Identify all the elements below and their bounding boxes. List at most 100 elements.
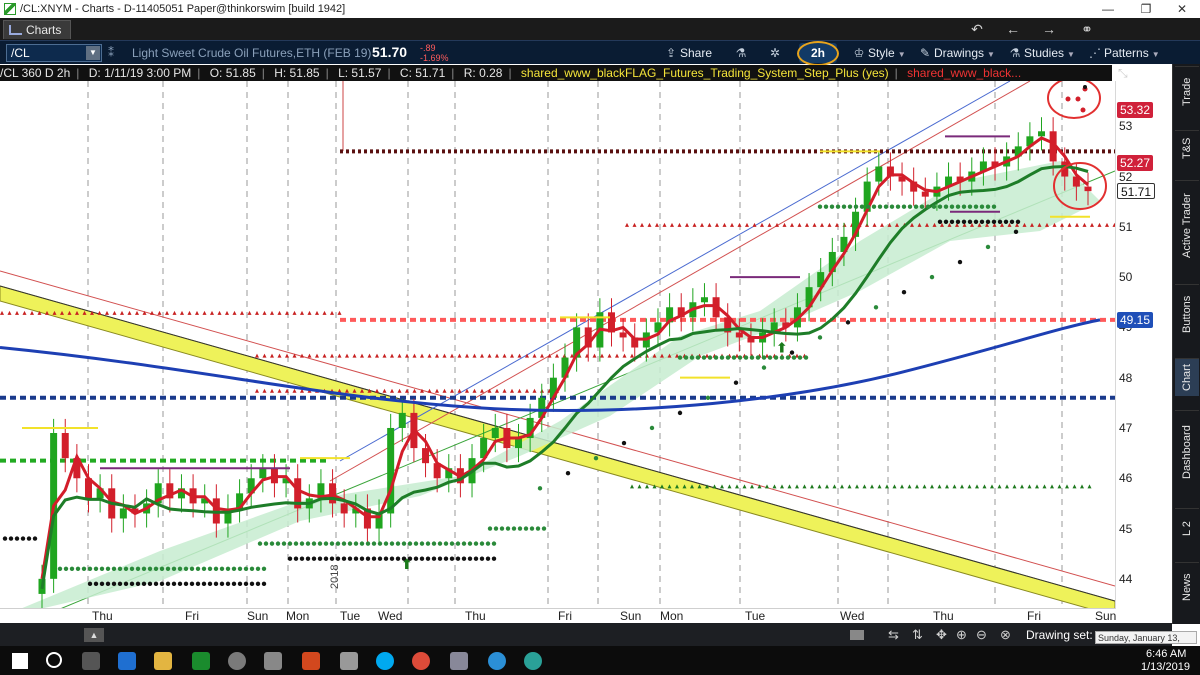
stop-dot [473, 541, 479, 546]
stop-dot [123, 566, 129, 571]
price-tick-label: 48 [1119, 370, 1133, 385]
stop-dot [541, 526, 547, 531]
arrows-horizontal-icon[interactable]: ⇆ [888, 627, 899, 643]
side-tab-news[interactable]: News [1175, 562, 1199, 612]
price-axis[interactable]: 4445464748495051525353.3252.2751.7149.15 [1115, 81, 1172, 609]
level-triangle-marker [210, 310, 214, 315]
candle-body [491, 427, 499, 439]
link-icon[interactable]: ⚭ [1076, 20, 1098, 38]
level-triangle-marker [495, 353, 499, 358]
level-triangle-marker [292, 388, 297, 393]
tab-charts[interactable]: Charts [3, 20, 71, 39]
flask-button[interactable]: ⚗ [734, 44, 750, 62]
calculator-icon[interactable] [264, 652, 282, 670]
time-tick-label: Fri [185, 609, 199, 623]
level-triangle-marker [285, 353, 289, 358]
arrows-vertical-icon[interactable]: ⇅ [912, 627, 923, 643]
flask-icon: ⚗ [735, 46, 747, 60]
maximize-button[interactable]: ❐ [1128, 0, 1164, 18]
level-triangle-marker [637, 484, 642, 489]
level-triangle-marker [180, 310, 184, 315]
horizontal-scroll-thumb[interactable] [850, 630, 864, 640]
clock-time[interactable]: 6:46 AM [1146, 648, 1186, 660]
app-tos-icon[interactable] [524, 652, 542, 670]
stop-dot [431, 541, 437, 546]
minimize-button[interactable]: — [1090, 0, 1126, 18]
stop-dot [111, 566, 117, 571]
studies-button[interactable]: ⚗ Studies ▼ [1008, 44, 1075, 62]
candle-body [619, 332, 627, 338]
stop-dot [117, 581, 123, 587]
collapse-study-icon[interactable]: ⤡ [1118, 66, 1128, 81]
stop-dot [797, 355, 803, 360]
drawings-button[interactable]: ✎ Drawings ▼ [918, 44, 995, 62]
side-tab-trade[interactable]: Trade [1175, 66, 1199, 116]
level-triangle-marker [607, 353, 612, 358]
side-tab-buttons[interactable]: Buttons [1175, 284, 1199, 344]
level-triangle-marker [952, 484, 957, 489]
app-refresh-icon[interactable] [488, 652, 506, 670]
search-icon[interactable] [46, 652, 62, 668]
stop-dot [237, 566, 243, 571]
time-axis[interactable]: Thu Fri Sun Mon Tue Wed Thu Fri Sun Mon Tue Wed Thu F… [0, 609, 1116, 623]
patterns-button[interactable]: ⋰ Patterns ▼ [1088, 44, 1160, 62]
mail-icon[interactable] [340, 652, 358, 670]
stop-dot [473, 556, 479, 561]
symbol-input[interactable]: /CL ▼ [6, 44, 102, 62]
rising-channel-upper-red [329, 81, 1031, 482]
skype-icon[interactable] [376, 652, 394, 670]
study-label-2[interactable]: shared_www_black... [907, 66, 1021, 80]
move-icon[interactable]: ✥ [936, 627, 947, 643]
stop-dot [377, 556, 383, 561]
timeframe-button[interactable]: 2h [799, 43, 837, 63]
stop-dot [925, 204, 931, 209]
file-explorer-icon[interactable] [154, 652, 172, 670]
level-triangle-marker [412, 388, 417, 393]
chrome-icon[interactable] [412, 652, 430, 670]
share-button[interactable]: ⇪ Share [664, 44, 712, 62]
stop-dot [853, 204, 859, 209]
zoom-in-icon[interactable]: ⊕ [956, 627, 967, 643]
trailing-stop-dot [789, 350, 795, 355]
back-arrow-icon[interactable]: ← [1002, 20, 1024, 38]
price-chart[interactable]: 2018 ⬆ ⬆ [0, 81, 1115, 609]
chevron-down-icon[interactable]: ▼ [86, 46, 100, 60]
pencil-icon: ✎ [919, 46, 931, 60]
windows-start-icon[interactable] [12, 653, 28, 669]
side-tab-active-trader[interactable]: Active Trader [1175, 180, 1199, 270]
level-triangle-marker [397, 388, 402, 393]
zoom-fit-icon[interactable]: ⊗ [1000, 627, 1011, 643]
time-tick-label: Thu [933, 609, 954, 623]
level-triangle-marker [292, 310, 297, 315]
stop-dot [961, 204, 967, 209]
level-triangle-marker [712, 484, 717, 489]
globe-icon[interactable] [228, 652, 246, 670]
symbol-value: /CL [11, 46, 30, 60]
level-triangle-marker [960, 484, 964, 489]
settings-button[interactable]: ✲ [768, 44, 784, 62]
task-view-icon[interactable] [82, 652, 100, 670]
style-icon: ♔ [853, 46, 865, 60]
side-tab-dashboard[interactable]: Dashboard [1175, 410, 1199, 494]
study-label[interactable]: shared_www_blackFLAG_Futures_Trading_Sys… [521, 66, 889, 80]
clock-date[interactable]: 1/13/2019 [1141, 661, 1190, 673]
side-tab-l-2[interactable]: L 2 [1175, 508, 1199, 548]
edge-browser-icon[interactable] [118, 652, 136, 670]
thinkorswim-icon[interactable] [192, 652, 210, 670]
zoom-out-icon[interactable]: ⊖ [976, 627, 987, 643]
app-s-icon[interactable] [302, 652, 320, 670]
collapse-panel-button[interactable]: ▲ [84, 628, 104, 642]
app-window-icon[interactable] [450, 652, 468, 670]
stop-dot [467, 541, 473, 546]
level-triangle-marker [840, 484, 844, 489]
price-tag: 49.15 [1117, 311, 1154, 328]
side-tab-t-s[interactable]: T&S [1175, 130, 1199, 166]
undo-icon[interactable]: ↶ [966, 20, 988, 38]
forward-arrow-icon[interactable]: → [1038, 20, 1060, 38]
annotation-circle [1047, 81, 1101, 119]
style-button[interactable]: ♔ Style ▼ [852, 44, 906, 62]
stop-dot [195, 566, 201, 571]
close-button[interactable]: ✕ [1164, 0, 1200, 18]
side-tab-chart[interactable]: Chart [1175, 358, 1199, 396]
stop-dot [449, 541, 455, 546]
